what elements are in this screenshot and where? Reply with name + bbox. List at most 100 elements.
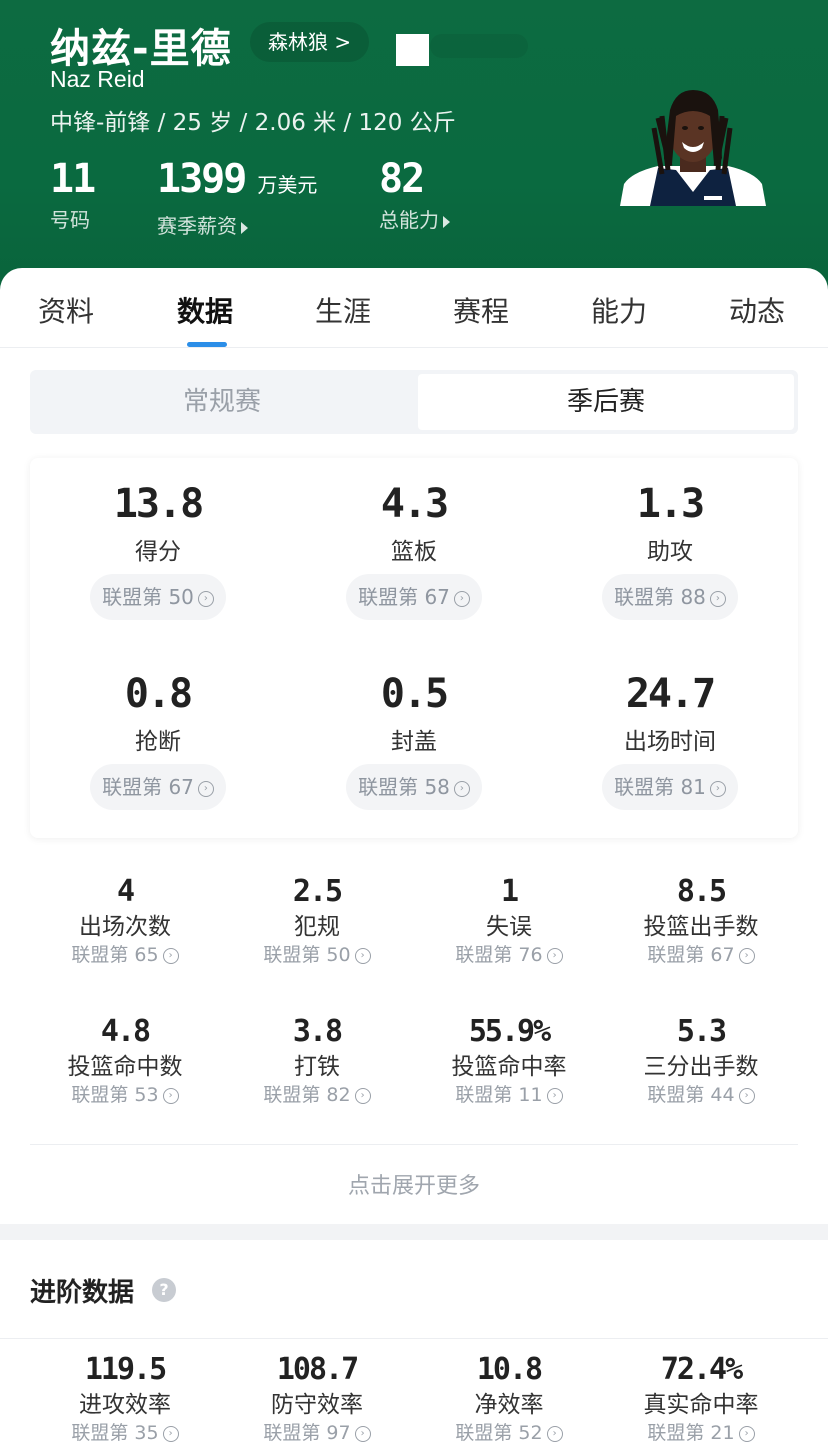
stat-value: 0.5 xyxy=(380,671,449,717)
rank-text: 联盟第 21 xyxy=(647,1422,735,1444)
stat-true-shooting[interactable]: 72.4% 真实命中率 联盟第 21 › xyxy=(605,1352,797,1446)
tab-ability[interactable]: 能力 xyxy=(591,290,647,330)
chevron-right-icon: › xyxy=(354,1087,371,1104)
stat-value: 4 xyxy=(116,874,135,909)
rating-block[interactable]: 82 总能力 xyxy=(379,156,450,233)
stat-label: 抢断 xyxy=(135,729,181,755)
rank-text: 联盟第 50 xyxy=(102,585,194,609)
play-arrow-icon xyxy=(443,215,450,228)
playoffs-button[interactable]: 季后赛 xyxy=(418,374,794,430)
rank-text: 联盟第 58 xyxy=(358,775,450,799)
rank-text: 联盟第 67 xyxy=(102,775,194,799)
stat-blocks: 0.5 封盖 联盟第 58 › xyxy=(286,670,542,810)
divider xyxy=(0,1338,828,1339)
stat-value: 72.4% xyxy=(660,1352,743,1387)
rank-text: 联盟第 88 xyxy=(614,585,706,609)
chevron-right-icon: › xyxy=(162,1087,179,1104)
player-header: 纳兹-里德 森林狼 > Naz Reid 中锋-前锋 / 25 岁 / 2.06… xyxy=(0,0,828,300)
stat-value: 1 xyxy=(500,874,519,909)
chevron-right-icon: › xyxy=(546,947,563,964)
team-link[interactable]: 森林狼 > xyxy=(250,22,370,62)
main-stats-box: 13.8 得分 联盟第 50 › 4.3 篮板 联盟第 67 › 1.3 助攻 联盟… xyxy=(30,458,798,838)
active-tab-indicator xyxy=(187,342,227,347)
chevron-right-icon: › xyxy=(162,947,179,964)
stat-label: 打铁 xyxy=(294,1054,340,1080)
chevron-right-icon: › xyxy=(197,780,214,797)
stat-fgm[interactable]: 4.8 投篮命中数 联盟第 53 › xyxy=(29,1014,221,1108)
stat-label: 失误 xyxy=(486,914,532,940)
stat-label: 真实命中率 xyxy=(643,1392,759,1418)
rank-pill[interactable]: 联盟第 81 › xyxy=(602,764,738,810)
rank-text: 联盟第 65 xyxy=(71,944,159,966)
expand-more-button[interactable]: 点击展开更多 xyxy=(0,1168,828,1200)
jersey-number: 11 号码 xyxy=(50,156,96,233)
stat-label: 得分 xyxy=(135,539,181,565)
stat-value: 55.9% xyxy=(468,1014,551,1049)
salary-block[interactable]: 1399 万美元 赛季薪资 xyxy=(157,156,317,239)
team-logo xyxy=(396,34,429,66)
stat-3pa[interactable]: 5.3 三分出手数 联盟第 44 › xyxy=(605,1014,797,1108)
stat-value: 3.8 xyxy=(292,1014,343,1049)
rank-text: 联盟第 67 xyxy=(647,944,735,966)
tab-schedule[interactable]: 赛程 xyxy=(453,290,509,330)
stat-net-rating[interactable]: 10.8 净效率 联盟第 52 › xyxy=(413,1352,605,1446)
tab-career[interactable]: 生涯 xyxy=(315,290,371,330)
stat-fouls[interactable]: 2.5 犯规 联盟第 50 › xyxy=(221,874,413,968)
stat-label: 出场时间 xyxy=(624,729,716,755)
rank-pill[interactable]: 联盟第 67 › xyxy=(346,574,482,620)
stat-value: 1.3 xyxy=(636,481,705,527)
player-bio: 中锋-前锋 / 25 岁 / 2.06 米 / 120 公斤 xyxy=(50,110,456,136)
chevron-right-icon: › xyxy=(453,590,470,607)
tab-news[interactable]: 动态 xyxy=(729,290,785,330)
stat-label: 投篮出手数 xyxy=(643,914,759,940)
stat-value: 108.7 xyxy=(276,1352,359,1387)
stat-value: 4.3 xyxy=(380,481,449,527)
rank-text: 联盟第 97 xyxy=(263,1422,351,1444)
team-logo-placeholder xyxy=(430,34,528,58)
stat-value: 0.8 xyxy=(124,671,193,717)
stat-assists: 1.3 助攻 联盟第 88 › xyxy=(542,480,798,620)
stat-misses[interactable]: 3.8 打铁 联盟第 82 › xyxy=(221,1014,413,1108)
chevron-right-icon: › xyxy=(709,590,726,607)
tab-stats[interactable]: 数据 xyxy=(177,290,233,330)
player-photo xyxy=(620,90,766,206)
stat-fga[interactable]: 8.5 投篮出手数 联盟第 67 › xyxy=(605,874,797,968)
stat-points: 13.8 得分 联盟第 50 › xyxy=(30,480,286,620)
stat-turnovers[interactable]: 1 失误 联盟第 76 › xyxy=(413,874,605,968)
tab-profile[interactable]: 资料 xyxy=(38,290,94,330)
stat-label: 投篮命中数 xyxy=(67,1054,183,1080)
rank-text: 联盟第 53 xyxy=(71,1084,159,1106)
rank-pill[interactable]: 联盟第 88 › xyxy=(602,574,738,620)
stat-value: 13.8 xyxy=(113,481,204,527)
stat-label: 进攻效率 xyxy=(79,1392,171,1418)
stats-card: 资料 数据 生涯 赛程 能力 动态 常规赛 季后赛 13.8 得分 联盟第 50… xyxy=(0,268,828,1224)
stat-value: 5.3 xyxy=(676,1014,727,1049)
stat-fg-pct[interactable]: 55.9% 投篮命中率 联盟第 11 › xyxy=(413,1014,605,1108)
stat-rebounds: 4.3 篮板 联盟第 67 › xyxy=(286,480,542,620)
help-icon[interactable]: ? xyxy=(152,1278,176,1302)
stat-offensive-rating[interactable]: 119.5 进攻效率 联盟第 35 › xyxy=(29,1352,221,1446)
regular-season-button[interactable]: 常规赛 xyxy=(30,370,414,434)
salary-value: 1399 xyxy=(157,156,247,202)
advanced-stats-title: 进阶数据 xyxy=(30,1278,135,1308)
player-name-english: Naz Reid xyxy=(50,66,145,92)
chevron-right-icon: › xyxy=(738,1087,755,1104)
stat-label: 防守效率 xyxy=(271,1392,363,1418)
chevron-right-icon: › xyxy=(354,1425,371,1442)
stat-value: 119.5 xyxy=(84,1352,167,1387)
stat-minutes: 24.7 出场时间 联盟第 81 › xyxy=(542,670,798,810)
stat-steals: 0.8 抢断 联盟第 67 › xyxy=(30,670,286,810)
stat-value: 24.7 xyxy=(625,671,716,717)
stat-label: 篮板 xyxy=(391,539,437,565)
stat-games[interactable]: 4 出场次数 联盟第 65 › xyxy=(29,874,221,968)
rank-text: 联盟第 50 xyxy=(263,944,351,966)
rank-text: 联盟第 44 xyxy=(647,1084,735,1106)
stat-label: 净效率 xyxy=(474,1392,544,1418)
rank-text: 联盟第 11 xyxy=(455,1084,543,1106)
rank-pill[interactable]: 联盟第 67 › xyxy=(90,764,226,810)
stat-defensive-rating[interactable]: 108.7 防守效率 联盟第 97 › xyxy=(221,1352,413,1446)
rank-pill[interactable]: 联盟第 50 › xyxy=(90,574,226,620)
rank-text: 联盟第 35 xyxy=(71,1422,159,1444)
rank-pill[interactable]: 联盟第 58 › xyxy=(346,764,482,810)
season-toggle: 常规赛 季后赛 xyxy=(30,370,798,434)
